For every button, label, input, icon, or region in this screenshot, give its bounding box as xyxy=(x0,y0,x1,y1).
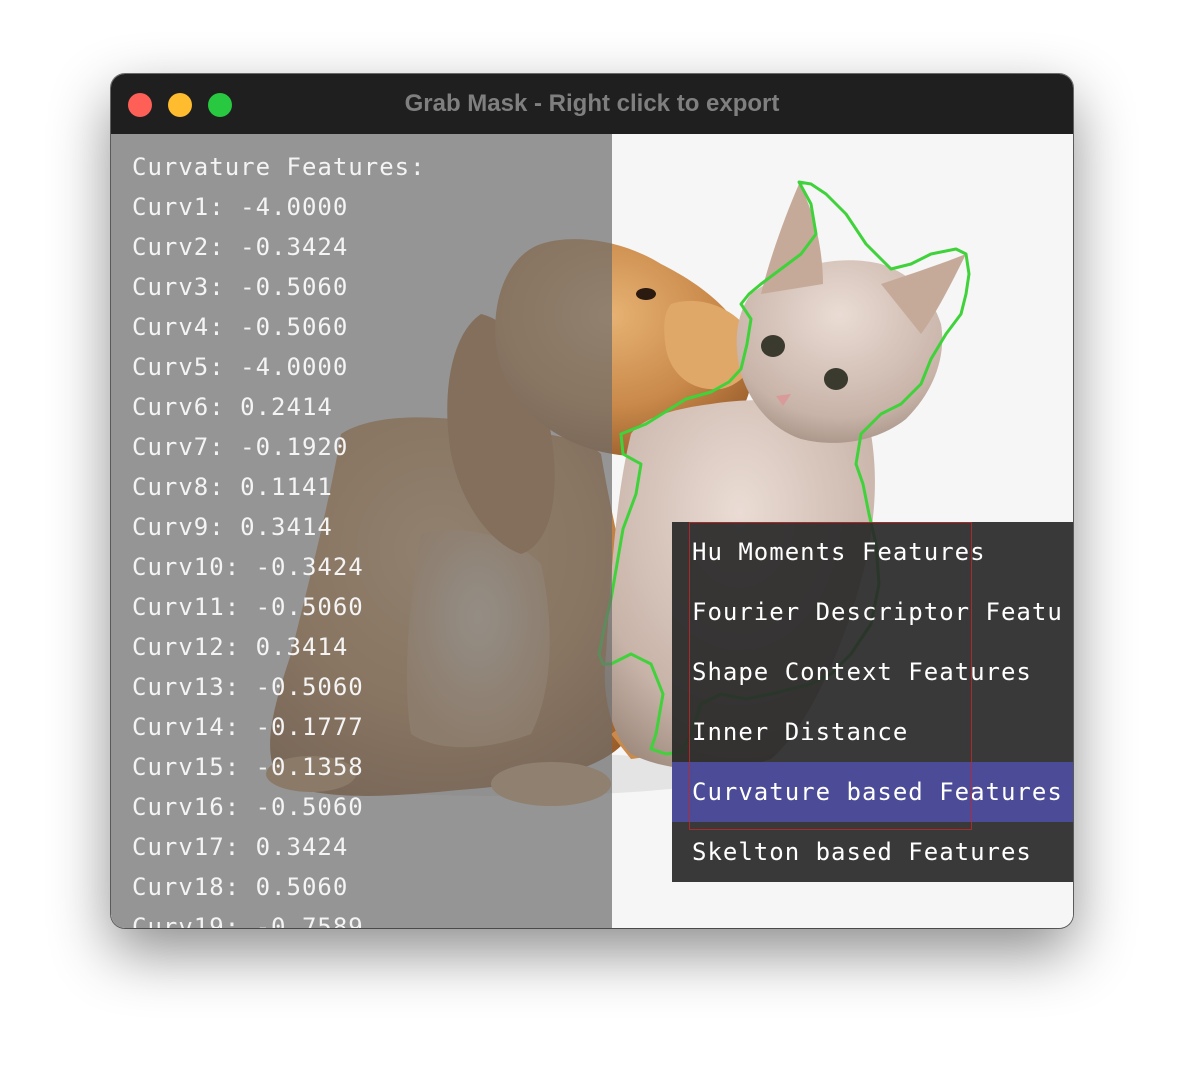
curv-line: Curv5: -4.0000 xyxy=(132,353,349,381)
app-window: Grab Mask - Right click to export Curvat… xyxy=(111,74,1073,928)
curv-line: Curv7: -0.1920 xyxy=(132,433,349,461)
curv-line: Curv8: 0.1141 xyxy=(132,473,333,501)
curv-line: Curv1: -4.0000 xyxy=(132,193,349,221)
curv-line: Curv17: 0.3424 xyxy=(132,833,349,861)
curv-line: Curv18: 0.5060 xyxy=(132,873,349,901)
menu-item-fourier-descriptor[interactable]: Fourier Descriptor Featu xyxy=(672,582,1073,642)
feature-info-text: Curvature Features: Curv1: -4.0000 Curv2… xyxy=(132,147,426,928)
curv-line: Curv2: -0.3424 xyxy=(132,233,349,261)
info-heading: Curvature Features: xyxy=(132,153,426,181)
curv-line: Curv12: 0.3414 xyxy=(132,633,349,661)
menu-item-inner-distance[interactable]: Inner Distance xyxy=(672,702,1073,762)
menu-item-skeleton[interactable]: Skelton based Features xyxy=(672,822,1073,882)
kitten-eye-right xyxy=(824,368,848,390)
image-canvas[interactable]: Curvature Features: Curv1: -4.0000 Curv2… xyxy=(111,134,1073,928)
puppy-eye xyxy=(636,288,656,300)
title-bar[interactable]: Grab Mask - Right click to export xyxy=(111,74,1073,134)
menu-item-hu-moments[interactable]: Hu Moments Features xyxy=(672,522,1073,582)
curv-line: Curv19: -0.7589 xyxy=(132,913,364,928)
feature-info-panel: Curvature Features: Curv1: -4.0000 Curv2… xyxy=(111,134,612,928)
curv-line: Curv16: -0.5060 xyxy=(132,793,364,821)
menu-item-curvature[interactable]: Curvature based Features xyxy=(672,762,1073,822)
curv-line: Curv14: -0.1777 xyxy=(132,713,364,741)
window-title: Grab Mask - Right click to export xyxy=(404,90,780,117)
curv-line: Curv13: -0.5060 xyxy=(132,673,364,701)
menu-item-shape-context[interactable]: Shape Context Features xyxy=(672,642,1073,702)
curv-line: Curv6: 0.2414 xyxy=(132,393,333,421)
curv-line: Curv11: -0.5060 xyxy=(132,593,364,621)
curv-line: Curv9: 0.3414 xyxy=(132,513,333,541)
feature-context-menu: Hu Moments Features Fourier Descriptor F… xyxy=(672,522,1073,882)
curv-line: Curv3: -0.5060 xyxy=(132,273,349,301)
curv-line: Curv10: -0.3424 xyxy=(132,553,364,581)
kitten-eye-left xyxy=(761,335,785,357)
curv-line: Curv15: -0.1358 xyxy=(132,753,364,781)
curv-line: Curv4: -0.5060 xyxy=(132,313,349,341)
